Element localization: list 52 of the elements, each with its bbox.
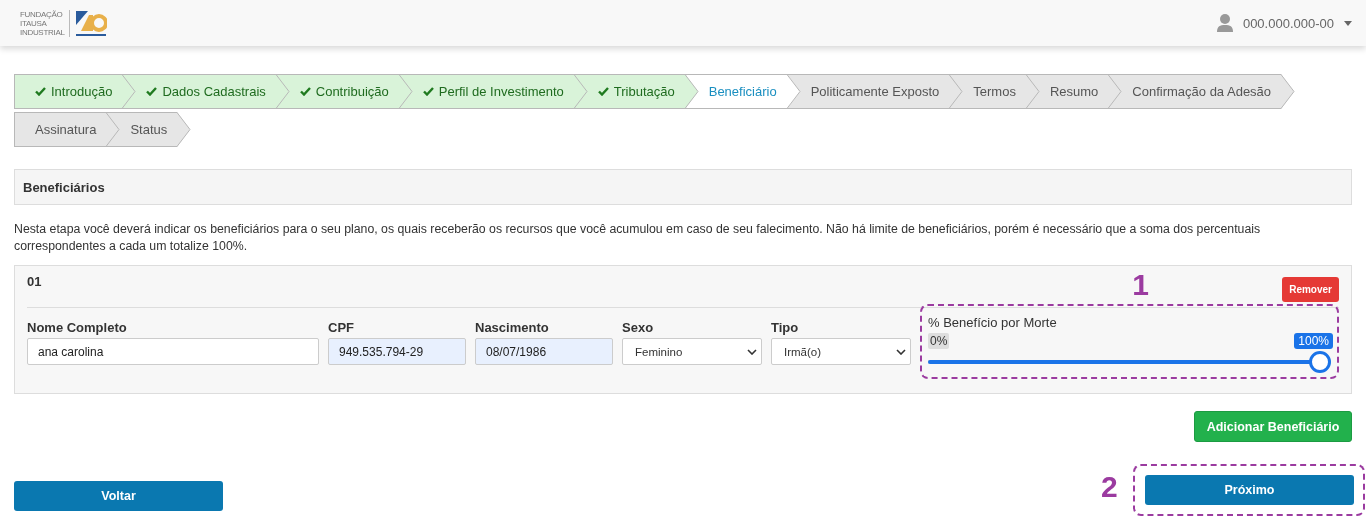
check-icon [299,87,311,96]
value-label: 100% [1294,333,1333,349]
check-icon [597,87,609,96]
check-icon [146,87,158,96]
user-menu[interactable]: 000.000.000-00 [1242,15,1334,31]
wizard-step[interactable]: Confirmação da Adesão [1122,74,1296,109]
user-icon [1216,14,1233,32]
annotation-number: 1 [1132,268,1149,302]
back-button[interactable]: Voltar [14,480,223,511]
input-field[interactable]: ana carolina [27,338,319,365]
logo-icon [74,9,107,37]
wizard-step[interactable]: Assinatura [14,112,121,147]
chevron-icon [1281,74,1296,109]
check-icon [422,87,434,96]
annotation-number: 2 [1101,470,1118,504]
chevron-down-icon [896,348,906,355]
next-button[interactable]: Próximo [1145,475,1354,505]
wizard-step[interactable]: Introdução [14,74,137,109]
wizard-step[interactable]: Termos [963,74,1040,109]
intro-text: Nesta etapa você deverá indicar os beneficiários para o seu plano, os quais receberão os recursos que você acumulou em caso de seu falecimento. Não há limite de beneficiários, porém é necessário que a soma dos percentuais correspondentes a cada um totalize 100%. [14,221,1262,255]
chevron-icon [275,74,290,109]
caret-icon [1344,20,1352,26]
remove-button[interactable]: Remover [1282,277,1339,302]
field-label: Nascimento [475,320,550,335]
slider-thumb[interactable] [1309,351,1331,373]
chevron-icon [177,112,192,147]
wizard-step[interactable]: Dados Cadastrais [136,74,290,109]
wizard-step[interactable]: Tributação [587,74,699,109]
chevron-icon [398,74,413,109]
wizard-step[interactable]: Resumo [1039,74,1123,109]
input-field[interactable]: 949.535.794-29 [328,338,466,365]
section-title: Beneficiários [14,169,1352,205]
wizard-step[interactable]: Status [120,112,192,147]
beneficiary-number: 01 [27,274,42,289]
input-field[interactable]: 08/07/1986 [475,338,613,365]
wizard-step[interactable]: Contribuição [289,74,413,109]
chevron-down-icon [747,348,757,355]
select-field[interactable]: Feminino [622,338,762,365]
logo-text: FUNDAÇÃO ITAUSA INDUSTRIAL [20,9,70,37]
chevron-icon [684,74,699,109]
field-label: Sexo [622,320,655,335]
check-icon [35,87,46,96]
min-label: 0% [928,333,950,349]
field-label: CPF [328,320,355,335]
field-label: % Benefício por Morte [928,315,1057,330]
field-label: Nome Completo [27,320,128,335]
chevron-icon [573,74,588,109]
chevron-icon [1025,74,1040,109]
field-label: Tipo [771,320,800,335]
wizard-step[interactable]: Perfil de Investimento [412,74,588,109]
chevron-icon [786,74,801,109]
select-field[interactable]: Irmã(o) [771,338,911,365]
